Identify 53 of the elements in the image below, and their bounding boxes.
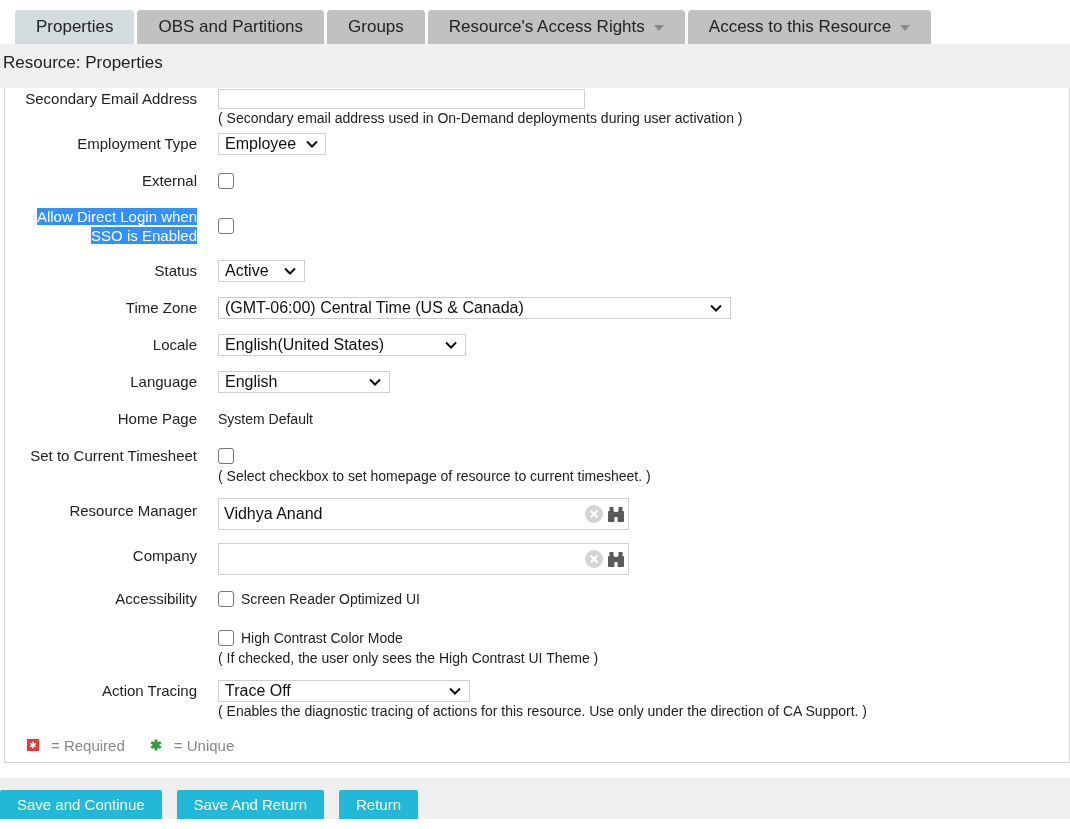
asterisk-icon <box>149 739 162 751</box>
field-hint: ( Enables the diagnostic tracing of actions for this resource. Use only under the direction of CA Support. ) <box>218 702 867 720</box>
field-label: Company <box>132 546 197 566</box>
legend-label: = Required <box>51 736 125 754</box>
tab[interactable]: Groups <box>327 10 425 44</box>
field-label: Accessibility <box>115 589 197 609</box>
field-label: Secondary Email Address <box>25 89 197 109</box>
chevron-down-icon <box>710 304 722 312</box>
field-label: Employment Type <box>77 134 197 154</box>
field-value: System Default <box>218 410 313 429</box>
lookup-field[interactable]: Vidhya Anand <box>218 498 629 530</box>
input-field[interactable] <box>218 89 585 109</box>
page-title: Resource: Properties <box>3 53 163 73</box>
field-label: Home Page <box>117 409 197 429</box>
legend-label: = Unique <box>173 736 235 754</box>
field-label: Time Zone <box>125 298 197 318</box>
field-hint: ( Select checkbox to set homepage of resource to current timesheet. ) <box>218 467 651 485</box>
chevron-down-icon <box>445 341 457 349</box>
dropdown[interactable]: English(United States) <box>218 334 466 356</box>
chevron-down-icon <box>306 140 319 148</box>
dropdown[interactable]: Active <box>218 260 305 282</box>
field-label: Action Tracing <box>101 681 197 701</box>
dropdown[interactable]: (GMT-06:00) Central Time (US & Canada) <box>218 297 731 319</box>
checkbox[interactable] <box>218 630 234 646</box>
tab[interactable]: OBS and Partitions <box>137 10 325 44</box>
field-label: Resource Manager <box>69 501 197 521</box>
binoculars-icon[interactable] <box>608 551 624 567</box>
field-label: Allow Direct Login when SSO is Enabled <box>35 207 197 245</box>
checkbox[interactable] <box>218 448 234 464</box>
lookup-field[interactable] <box>218 543 629 575</box>
option-label: Screen Reader Optimized UI <box>241 591 420 607</box>
dropdown[interactable]: English <box>218 371 390 393</box>
option-label: High Contrast Color Mode <box>241 630 403 646</box>
checkbox[interactable] <box>218 218 234 234</box>
checkbox[interactable] <box>218 173 234 189</box>
field-label: Set to Current Timesheet <box>30 446 197 466</box>
tab[interactable]: Properties <box>15 10 135 44</box>
field-label: External <box>141 171 197 191</box>
chevron-down-icon <box>369 378 381 386</box>
checkbox[interactable] <box>218 591 234 607</box>
field-label: Locale <box>152 335 197 355</box>
tab[interactable]: Access to this Resource <box>687 10 932 44</box>
field-label: Language <box>130 372 197 392</box>
asterisk-square-icon <box>27 739 39 751</box>
field-hint: ( Secondary email address used in On-Demand deployments during user activation ) <box>218 109 743 127</box>
chevron-down-icon <box>449 687 461 695</box>
tab[interactable]: Resource's Access Rights <box>427 10 685 44</box>
binoculars-icon[interactable] <box>608 506 624 522</box>
chevron-down-icon <box>284 267 296 275</box>
dropdown[interactable]: Employee <box>218 133 326 155</box>
field-label: Status <box>154 261 197 281</box>
dropdown[interactable]: Trace Off <box>218 680 470 702</box>
field-hint: ( If checked, the user only sees the High Contrast UI Theme ) <box>218 649 599 667</box>
